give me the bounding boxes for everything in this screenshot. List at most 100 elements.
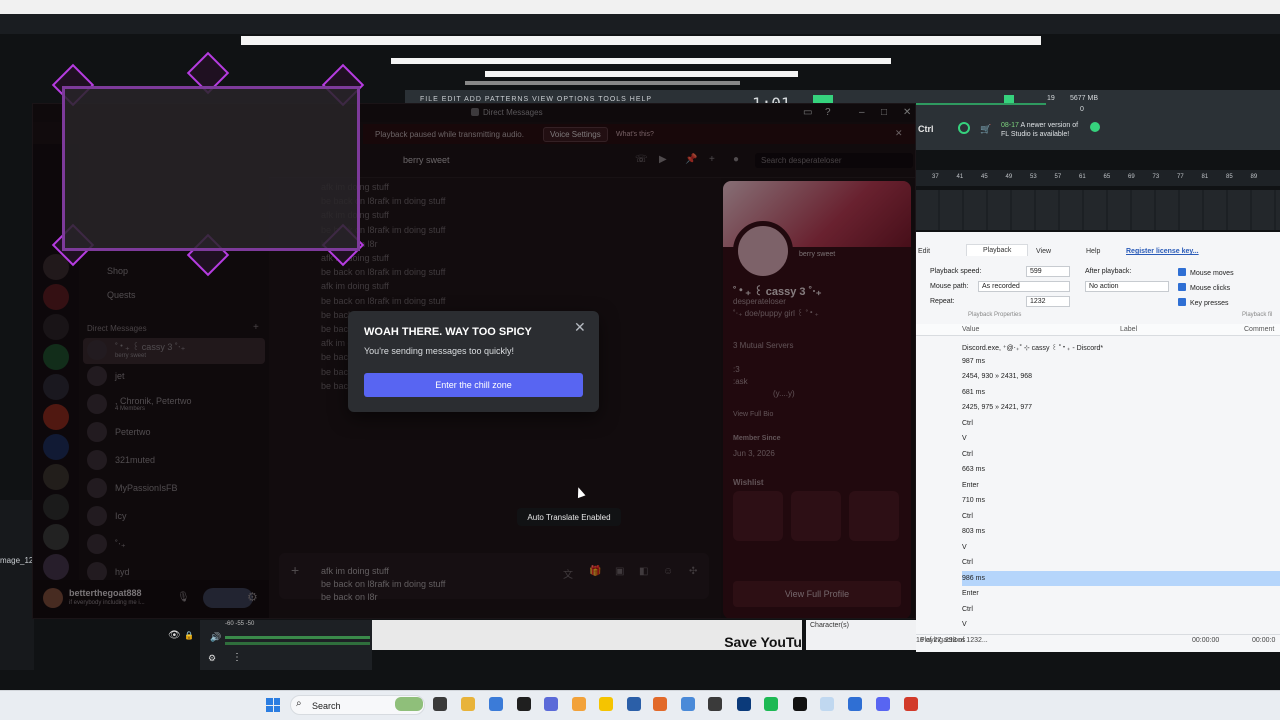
playback-filter-section: Playback fil	[1242, 312, 1273, 318]
tab-edit[interactable]: Edit	[918, 248, 930, 255]
table-row[interactable]: Ctrl	[962, 602, 1280, 618]
table-row[interactable]: Discord.exe, ⁺@‧₊˚ ⊹ cassy ꒰ ˚‧₊ - Disco…	[962, 338, 1280, 354]
table-row[interactable]: 986 ms	[962, 570, 1280, 586]
table-row[interactable]: Enter	[962, 478, 1280, 494]
mouse-path-select[interactable]: As recorded	[978, 281, 1070, 292]
close-icon[interactable]: ✕	[574, 319, 586, 336]
table-row[interactable]: 681 ms	[962, 385, 1280, 401]
table-row[interactable]: Ctrl	[962, 555, 1280, 571]
fl-menu-bar[interactable]: FILE EDIT ADD PATTERNS VIEW OPTIONS TOOL…	[420, 96, 652, 103]
table-cell-value: 986 ms	[962, 574, 985, 582]
fl-timeline-ruler: 37 41 45 49 53 57 61 65 69 73 77 81 85 89	[916, 170, 1280, 186]
glitch-line	[485, 71, 798, 77]
macro-status-bar: 16 of 27 actions Playing 293 of 1232... …	[916, 634, 1280, 646]
after-playback-select[interactable]: No action	[1085, 281, 1169, 292]
fl-ctrl-label: Ctrl	[918, 124, 934, 134]
audio-level-bar-2	[225, 642, 370, 645]
table-cell-value: 663 ms	[962, 466, 985, 473]
fl-cart-icon[interactable]: 🛒	[980, 124, 991, 135]
macro-menu-tabs: Edit Playback View Help Register license…	[916, 244, 1280, 258]
capcut-icon[interactable]	[793, 697, 807, 711]
app-icon[interactable]	[820, 697, 834, 711]
auto-translate-tooltip: Auto Translate Enabled	[517, 508, 621, 526]
table-row[interactable]: Enter	[962, 586, 1280, 602]
repeat-input[interactable]: 1232	[1026, 296, 1070, 307]
table-cell-value: 2454, 930 » 2431, 968	[962, 373, 1033, 380]
windows-start-icon[interactable]	[266, 698, 280, 712]
photoshop-icon[interactable]	[737, 697, 751, 711]
table-row[interactable]: 2425, 975 » 2421, 977	[962, 400, 1280, 416]
ruler-tick: 41	[956, 174, 964, 180]
table-cell-value: Discord.exe, ⁺@‧₊˚ ⊹ cassy ꒰ ˚‧₊ - Disco…	[962, 345, 1104, 352]
enter-chill-zone-button[interactable]: Enter the chill zone	[364, 373, 583, 397]
app-icon[interactable]	[599, 697, 613, 711]
github-icon[interactable]	[517, 697, 531, 711]
key-presses-checkbox[interactable]: Key presses	[1178, 298, 1229, 307]
mouse-clicks-checkbox[interactable]: Mouse clicks	[1178, 283, 1230, 292]
table-cell-value: V	[962, 543, 967, 551]
table-row[interactable]: Ctrl	[962, 509, 1280, 525]
left-window-strip	[0, 500, 34, 670]
app-icon[interactable]	[572, 697, 586, 711]
macro-left-strip: Character(s)	[806, 620, 916, 650]
status-time-2: 00:00:0	[1252, 637, 1276, 644]
window-top-bar	[0, 14, 1280, 34]
table-row[interactable]: 803 ms	[962, 524, 1280, 540]
table-row[interactable]: V	[962, 617, 1280, 633]
eye-icon[interactable]: 👁	[168, 630, 181, 641]
fl-cloud-icon[interactable]	[958, 122, 970, 134]
register-license-link[interactable]: Register license key...	[1126, 248, 1199, 255]
table-row[interactable]: 663 ms	[962, 462, 1280, 478]
tab-view[interactable]: View	[1036, 248, 1051, 255]
mouse-moves-checkbox[interactable]: Mouse moves	[1178, 268, 1234, 277]
task-view-icon[interactable]	[433, 697, 447, 711]
ruler-tick: 73	[1152, 174, 1160, 180]
discord-icon[interactable]	[876, 697, 890, 711]
table-cell-value: 803 ms	[962, 528, 985, 535]
fl-news-line-1: A newer version of	[1020, 122, 1079, 129]
volume-icon[interactable]: 🔊	[210, 632, 221, 643]
status-time-1: 00:00:00	[1192, 637, 1220, 644]
fl-cpu-value: 19	[1047, 95, 1055, 102]
table-cell-value: V	[962, 435, 967, 442]
glitch-line	[391, 58, 891, 64]
mouse-path-label: Mouse path:	[930, 283, 969, 290]
fl-update-notice[interactable]: 08-17 A newer version of FL Studio is av…	[1001, 121, 1078, 139]
table-row[interactable]: 987 ms	[962, 354, 1280, 370]
fl-zero-value: 0	[1080, 106, 1084, 113]
table-cell-value: Ctrl	[962, 512, 973, 520]
app-icon[interactable]	[681, 697, 695, 711]
spotify-icon[interactable]	[764, 697, 778, 711]
chrome-icon[interactable]	[489, 697, 503, 711]
table-row[interactable]: 710 ms	[962, 493, 1280, 509]
ruler-tick: 81	[1201, 174, 1209, 180]
table-cell-value: 681 ms	[962, 388, 985, 396]
table-cell-value: V	[962, 621, 967, 628]
table-row[interactable]: V	[962, 431, 1280, 447]
lock-icon[interactable]: 🔒	[184, 631, 194, 640]
playback-speed-input[interactable]: 599	[1026, 266, 1070, 277]
youtube-save-banner: Save YouTu	[372, 620, 802, 650]
app-icon[interactable]	[544, 697, 558, 711]
table-cell-value: Enter	[962, 590, 979, 597]
settings-icon[interactable]: ⚙	[208, 653, 216, 664]
stream-overlay-window	[62, 86, 360, 251]
table-row[interactable]: Ctrl	[962, 416, 1280, 432]
table-row[interactable]: 2454, 930 » 2431, 968	[962, 369, 1280, 385]
brave-icon[interactable]	[653, 697, 667, 711]
tab-playback[interactable]: Playback	[966, 244, 1029, 256]
table-row[interactable]: Ctrl	[962, 447, 1280, 463]
fl-update-icon[interactable]	[1090, 122, 1100, 132]
table-row[interactable]: V	[962, 540, 1280, 556]
tab-help[interactable]: Help	[1086, 248, 1100, 255]
app-icon[interactable]	[904, 697, 918, 711]
fl-playlist-tracks[interactable]	[916, 190, 1280, 230]
ruler-tick: 85	[1226, 174, 1233, 180]
weather-widget-icon[interactable]	[395, 697, 423, 711]
ruler-tick: 61	[1079, 174, 1086, 180]
app-icon[interactable]	[848, 697, 862, 711]
more-options-icon[interactable]: ⋮	[232, 652, 242, 663]
app-icon[interactable]	[708, 697, 722, 711]
app-icon[interactable]	[627, 697, 641, 711]
file-explorer-icon[interactable]	[461, 697, 475, 711]
